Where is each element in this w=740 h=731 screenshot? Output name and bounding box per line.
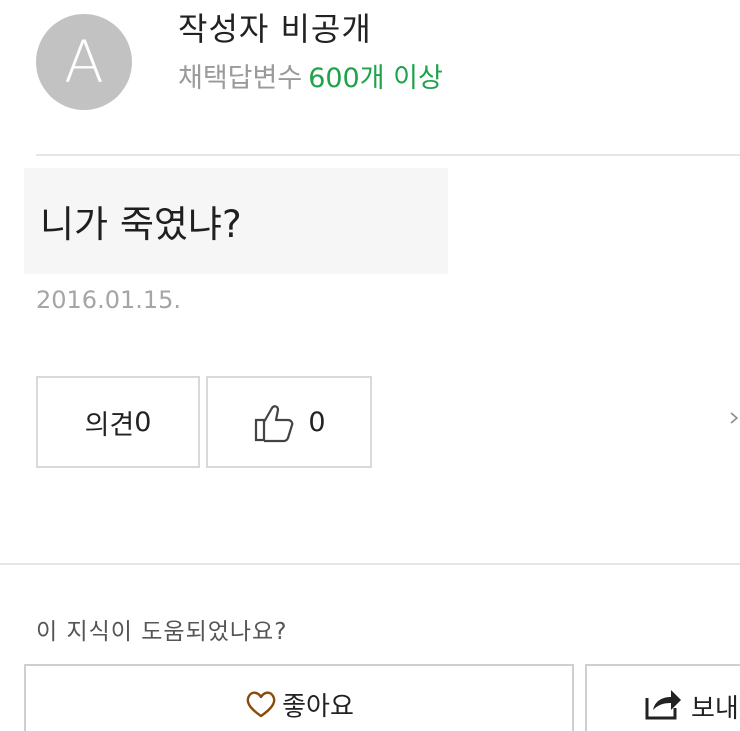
comment-button[interactable]: 의견 0 [36,376,200,468]
like-count: 0 [308,406,326,438]
divider [0,563,740,565]
question-title: 니가 죽였냐? [40,203,242,246]
like-button[interactable]: 0 [206,376,372,468]
heart-icon [246,691,276,718]
share-button[interactable]: 보내 [585,664,740,731]
question-date: 2016.01.15. [36,286,182,314]
share-label: 보내 [691,694,739,724]
stats-value: 600개 이상 [308,63,443,94]
stats-label: 채택답변수 [178,63,303,94]
comment-count: 0 [134,406,152,438]
thumbs-up-icon [255,405,294,443]
comment-label: 의견 [84,409,135,441]
like-feedback-button[interactable]: 좋아요 [24,664,574,731]
share-icon [645,690,681,720]
author-avatar[interactable]: A [36,14,132,110]
author-name: 작성자 비공개 [178,10,372,48]
question-page: A 작성자 비공개 채택답변수 600개 이상 니가 죽였냐? 2016.01.1… [0,0,740,731]
chevron-right-icon[interactable] [730,412,738,424]
like-feedback-label: 좋아요 [282,691,354,722]
question-box: 니가 죽였냐? [24,168,448,274]
divider [36,154,740,156]
author-stats: 채택답변수 600개 이상 [178,56,443,95]
avatar-letter: A [64,28,104,96]
helpful-prompt: 이 지식이 도움되었나요? [36,619,288,645]
